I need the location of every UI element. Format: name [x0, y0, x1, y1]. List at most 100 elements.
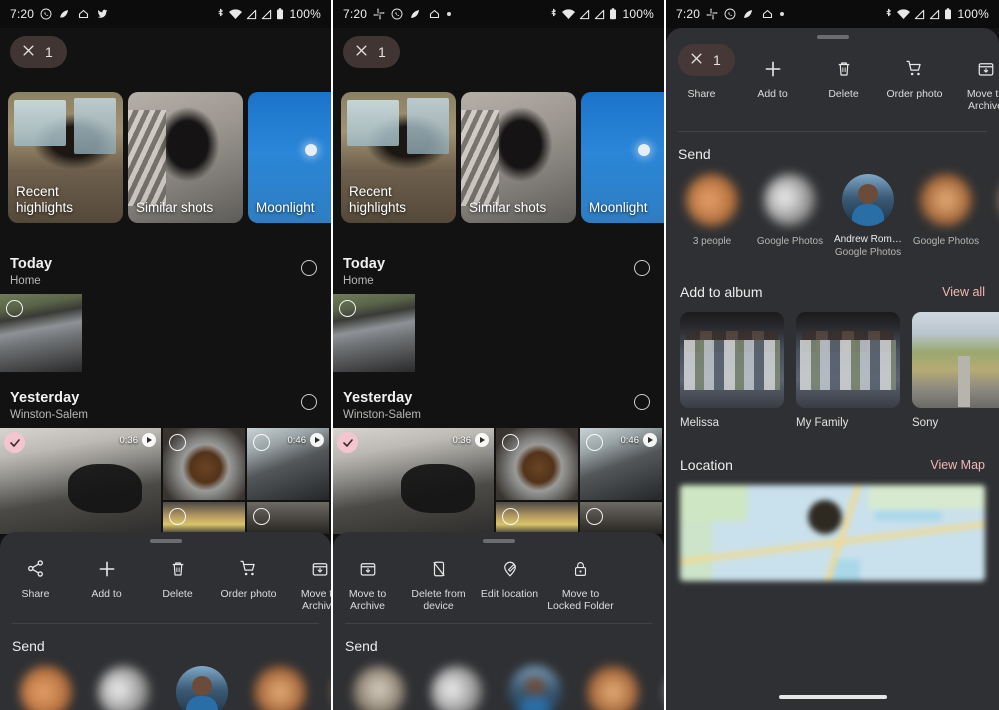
- map-photo-pin: [808, 499, 843, 534]
- action-share[interactable]: Share: [0, 553, 71, 613]
- action-delete-from-device[interactable]: Delete from device: [403, 553, 474, 613]
- memory-card-recent-highlights[interactable]: Recent highlights: [341, 92, 456, 223]
- photo-select-ring[interactable]: [169, 434, 186, 451]
- bottom-action-sheet[interactable]: Share Add to Delete: [0, 532, 331, 710]
- photo-tile[interactable]: 0:46: [247, 428, 329, 500]
- send-target[interactable]: Goo: [990, 173, 999, 258]
- action-move-to-archive[interactable]: Move to Archive: [950, 53, 999, 113]
- memories-carousel[interactable]: Recent highlights Similar shots Moonligh…: [333, 92, 664, 223]
- video-badge: 0:36: [120, 433, 156, 447]
- send-target[interactable]: [90, 665, 158, 710]
- day-header: Today Home: [333, 256, 664, 287]
- avatar: [509, 665, 561, 710]
- photo-select-ring[interactable]: [339, 300, 356, 317]
- action-add-to[interactable]: Add to: [71, 553, 142, 613]
- photo-tile-selected[interactable]: 0:36: [0, 428, 161, 534]
- send-target[interactable]: Google Photos: [756, 173, 824, 258]
- send-target[interactable]: 3 people: [678, 173, 746, 258]
- send-target[interactable]: [501, 665, 569, 710]
- more-dot-icon: [780, 12, 785, 16]
- action-add-to[interactable]: Add to: [737, 53, 808, 113]
- memory-card-moonlight[interactable]: Moonlight: [248, 92, 331, 223]
- photo-select-ring[interactable]: [6, 300, 23, 317]
- photo-tile[interactable]: [333, 294, 415, 372]
- photo-tile[interactable]: [163, 428, 245, 500]
- send-target[interactable]: [423, 665, 491, 710]
- play-icon[interactable]: [142, 433, 156, 447]
- view-map-link[interactable]: View Map: [930, 458, 985, 472]
- photo-select-ring[interactable]: [169, 508, 186, 525]
- send-targets-row: [0, 654, 331, 710]
- photo-select-ring[interactable]: [586, 434, 603, 451]
- photo-select-ring[interactable]: [586, 508, 603, 525]
- action-move-to-archive[interactable]: Move to Archive: [284, 553, 331, 613]
- close-icon[interactable]: [21, 43, 36, 61]
- album-card[interactable]: My Family: [796, 311, 900, 429]
- day-select-all-checkbox[interactable]: [634, 394, 650, 410]
- avatar: [587, 665, 639, 710]
- send-target[interactable]: [246, 665, 314, 710]
- close-icon[interactable]: [689, 51, 704, 69]
- day-select-all-checkbox[interactable]: [301, 260, 317, 276]
- photo-select-ring[interactable]: [502, 508, 519, 525]
- photo-tile-selected[interactable]: 0:36: [333, 428, 494, 534]
- send-target[interactable]: Andrew Rome… Google Photos: [834, 173, 902, 258]
- selection-count-chip[interactable]: 1: [10, 36, 67, 68]
- send-target[interactable]: [579, 665, 647, 710]
- send-target[interactable]: Google Photos: [912, 173, 980, 258]
- photo-select-ring[interactable]: [253, 508, 270, 525]
- photo-select-ring[interactable]: [502, 434, 519, 451]
- nest-icon: [742, 8, 755, 20]
- location-map-preview[interactable]: [680, 484, 985, 581]
- selection-count-chip[interactable]: 1: [343, 36, 400, 68]
- close-icon[interactable]: [354, 43, 369, 61]
- memories-carousel[interactable]: Recent highlights Similar shots Moonligh…: [0, 92, 331, 223]
- photo-tile[interactable]: [163, 502, 245, 534]
- album-card[interactable]: Sony: [912, 311, 999, 429]
- send-target[interactable]: [12, 665, 80, 710]
- photo-selected-check-icon[interactable]: [4, 432, 25, 453]
- bottom-action-sheet[interactable]: Share Add to Delete: [333, 532, 664, 710]
- selection-count-chip[interactable]: 1: [678, 44, 735, 76]
- action-move-to-archive[interactable]: Move to Archive: [333, 553, 403, 613]
- photo-selected-check-icon[interactable]: [337, 432, 358, 453]
- action-move-to-locked-folder[interactable]: Move to Locked Folder: [545, 553, 616, 613]
- send-target[interactable]: [657, 666, 664, 710]
- album-name: My Family: [796, 416, 849, 429]
- action-edit-location[interactable]: Edit location: [474, 553, 545, 613]
- action-delete[interactable]: Delete: [142, 553, 213, 613]
- memory-card-similar-shots[interactable]: Similar shots: [128, 92, 243, 223]
- play-icon[interactable]: [475, 433, 489, 447]
- photo-tile[interactable]: [0, 294, 82, 372]
- status-bar: 7:20 100%: [666, 0, 999, 28]
- photo-tile[interactable]: [247, 502, 329, 534]
- photo-tile[interactable]: [580, 502, 662, 534]
- memory-card-moonlight[interactable]: Moonlight: [581, 92, 664, 223]
- photo-tile[interactable]: 0:46: [580, 428, 662, 500]
- avatar: [176, 665, 228, 710]
- play-icon[interactable]: [643, 433, 657, 447]
- day-select-all-checkbox[interactable]: [301, 394, 317, 410]
- photo-tile[interactable]: [496, 428, 578, 500]
- send-target[interactable]: [168, 665, 236, 710]
- memory-card-recent-highlights[interactable]: Recent highlights: [8, 92, 123, 223]
- photo-select-ring[interactable]: [253, 434, 270, 451]
- bottom-action-sheet-expanded[interactable]: 1 Share Add to Delete Order photo Move t…: [666, 28, 999, 710]
- send-target[interactable]: [324, 666, 331, 710]
- nav-home-handle[interactable]: [778, 695, 887, 699]
- memory-card-similar-shots[interactable]: Similar shots: [461, 92, 576, 223]
- action-delete[interactable]: Delete: [808, 53, 879, 113]
- day-select-all-checkbox[interactable]: [634, 260, 650, 276]
- wifi-icon: [228, 8, 242, 20]
- send-target-subtitle: Google Photos: [756, 235, 824, 247]
- play-icon[interactable]: [310, 433, 324, 447]
- action-order-photo[interactable]: Order photo: [213, 553, 284, 613]
- memory-card-label: Moonlight: [589, 200, 648, 215]
- cart-icon: [239, 557, 258, 581]
- action-order-photo[interactable]: Order photo: [879, 53, 950, 113]
- photo-tile[interactable]: [496, 502, 578, 534]
- album-card[interactable]: Melissa: [680, 311, 784, 429]
- send-target[interactable]: [345, 665, 413, 710]
- plus-icon: [97, 557, 117, 581]
- view-all-link[interactable]: View all: [942, 285, 985, 299]
